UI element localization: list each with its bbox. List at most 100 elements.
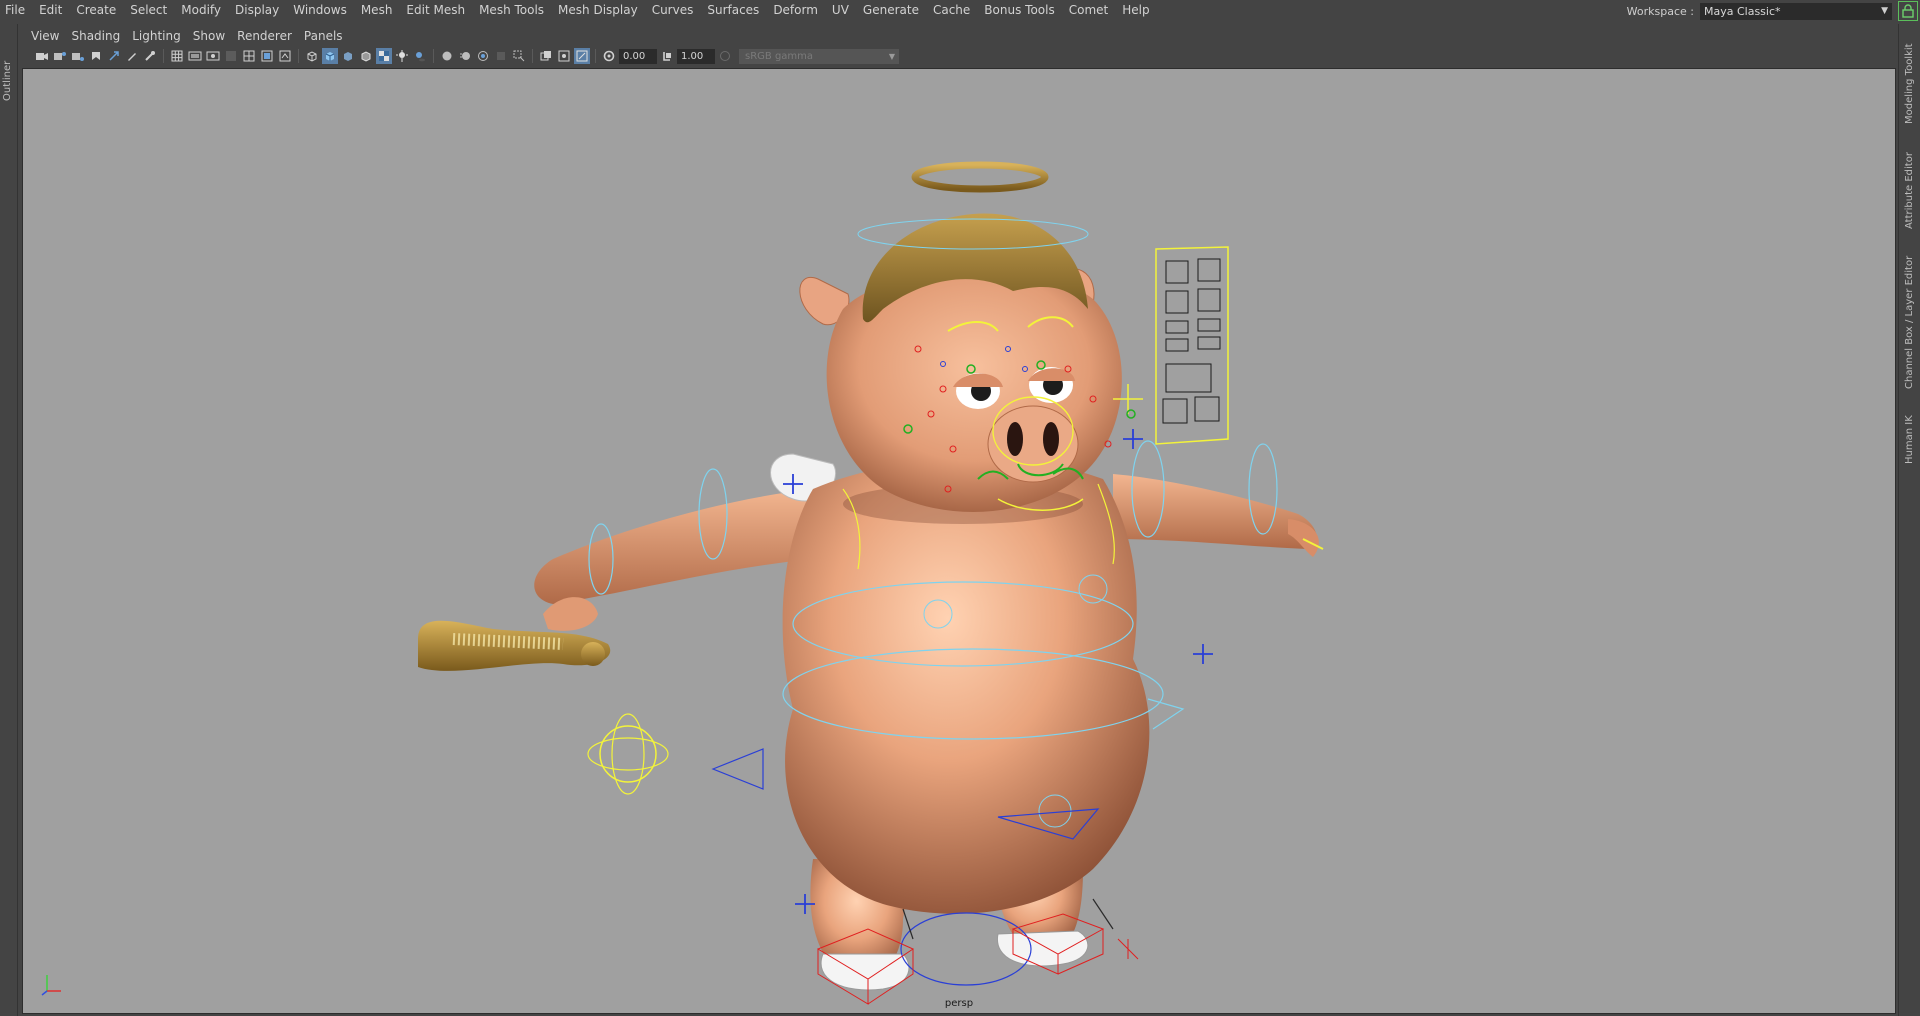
anti-aliasing-button[interactable] [475,48,491,64]
safe-title-icon [279,50,291,62]
isolate-select-button[interactable] [511,48,527,64]
image-plane-icon [92,52,100,60]
checker-icon [379,51,389,61]
light-icon [396,50,408,62]
panel-menu-shading[interactable]: Shading [65,29,126,43]
halo[interactable] [911,161,1049,193]
harp[interactable] [418,620,611,671]
menu-mesh[interactable]: Mesh [354,0,400,22]
camera-lock-icon [54,52,66,60]
field-chart-icon [243,50,255,62]
select-camera-button[interactable] [34,48,50,64]
workspace-dropdown[interactable]: Maya Classic* ▼ [1700,2,1892,20]
maya-window: File Edit Create Select Modify Display W… [0,0,1920,1016]
exposure-field[interactable]: 0.00 [619,48,657,64]
menu-uv[interactable]: UV [825,0,856,22]
right-arm[interactable] [1113,474,1317,549]
panel-menu-renderer[interactable]: Renderer [231,29,298,43]
motion-blur-button[interactable] [457,48,473,64]
panel-menu-view[interactable]: View [22,29,65,43]
gate-mask-button[interactable] [223,48,239,64]
menu-curves[interactable]: Curves [645,0,701,22]
pan-zoom-icon [109,51,119,61]
gamma-field[interactable]: 1.00 [677,48,715,64]
gamma-icon [663,52,671,61]
lighting-button[interactable] [394,48,410,64]
left-arm[interactable] [534,489,813,604]
pig-body[interactable] [782,459,1150,914]
xray-joints-button[interactable] [556,48,572,64]
default-material-button[interactable] [340,48,356,64]
tab-modeling-toolkit[interactable]: Modeling Toolkit [1904,43,1915,124]
tab-channel-box-layer-editor[interactable]: Channel Box / Layer Editor [1904,256,1915,389]
depth-of-field-button[interactable] [493,48,509,64]
menu-cache[interactable]: Cache [926,0,977,22]
2d-pan-button[interactable] [106,48,122,64]
backface-culling-button[interactable] [574,48,590,64]
tab-human-ik[interactable]: Human IK [1904,415,1915,464]
view-transform-dropdown[interactable]: sRGB gamma ▼ [739,48,899,64]
menu-file[interactable]: File [0,0,32,22]
dof-icon [497,52,505,60]
toolbar-divider [163,49,164,63]
smooth-shade-button[interactable] [322,48,338,64]
color-management-button[interactable] [717,48,733,64]
textured-button[interactable] [376,48,392,64]
menu-create[interactable]: Create [69,0,123,22]
chevron-down-icon: ▼ [888,51,895,61]
safe-action-button[interactable] [259,48,275,64]
shadows-button[interactable] [412,48,428,64]
gamma-button[interactable] [659,48,675,64]
wireframe-on-shaded-button[interactable] [358,48,374,64]
menu-deform[interactable]: Deform [766,0,825,22]
camera-attributes-button[interactable] [52,48,68,64]
image-plane-button[interactable] [88,48,104,64]
wire-on-shaded-icon [361,51,371,62]
lock-button[interactable] [1898,1,1918,21]
xray-button[interactable] [538,48,554,64]
menu-help[interactable]: Help [1115,0,1156,22]
menu-edit[interactable]: Edit [32,0,69,22]
snout[interactable] [987,405,1079,483]
menu-surfaces[interactable]: Surfaces [700,0,766,22]
safe-action-icon [261,50,273,62]
panel-menu-show[interactable]: Show [187,29,231,43]
menu-modify[interactable]: Modify [174,0,228,22]
menu-display[interactable]: Display [228,0,286,22]
resolution-gate-button[interactable] [205,48,221,64]
menu-generate[interactable]: Generate [856,0,926,22]
ambient-occlusion-button[interactable] [439,48,455,64]
menu-select[interactable]: Select [123,0,174,22]
bookmarks-button[interactable] [70,48,86,64]
perspective-viewport[interactable]: persp [22,68,1896,1014]
main-menu-bar: File Edit Create Select Modify Display W… [0,0,1920,22]
exposure-button[interactable] [601,48,617,64]
film-gate-button[interactable] [187,48,203,64]
panel-toolbar: 0.00 1.00 sRGB gamma ▼ [22,46,1896,66]
scene-view[interactable] [23,69,1895,1013]
menu-windows[interactable]: Windows [286,0,354,22]
panel-menu-lighting[interactable]: Lighting [126,29,187,43]
snap-button[interactable] [142,48,158,64]
toolbar-divider [595,49,596,63]
pencil-icon [128,53,136,61]
tab-attribute-editor[interactable]: Attribute Editor [1904,152,1915,229]
safe-title-button[interactable] [277,48,293,64]
workspace-selector: Workspace : Maya Classic* ▼ [1627,0,1920,22]
wireframe-button[interactable] [304,48,320,64]
face-control-panel[interactable] [1155,246,1229,445]
grease-pencil-button[interactable] [124,48,140,64]
menu-bonus-tools[interactable]: Bonus Tools [977,0,1061,22]
wireframe-cube-icon [307,51,317,62]
menu-edit-mesh[interactable]: Edit Mesh [399,0,472,22]
outliner-tab[interactable]: Outliner [2,61,13,101]
blur-sphere-icon [460,52,470,60]
menu-comet[interactable]: Comet [1062,0,1116,22]
grid-toggle-button[interactable] [169,48,185,64]
menu-mesh-display[interactable]: Mesh Display [551,0,645,22]
panel-menu-panels[interactable]: Panels [298,29,349,43]
menu-mesh-tools[interactable]: Mesh Tools [472,0,551,22]
toolbar-divider [433,49,434,63]
field-chart-button[interactable] [241,48,257,64]
axis-indicator [41,975,61,996]
